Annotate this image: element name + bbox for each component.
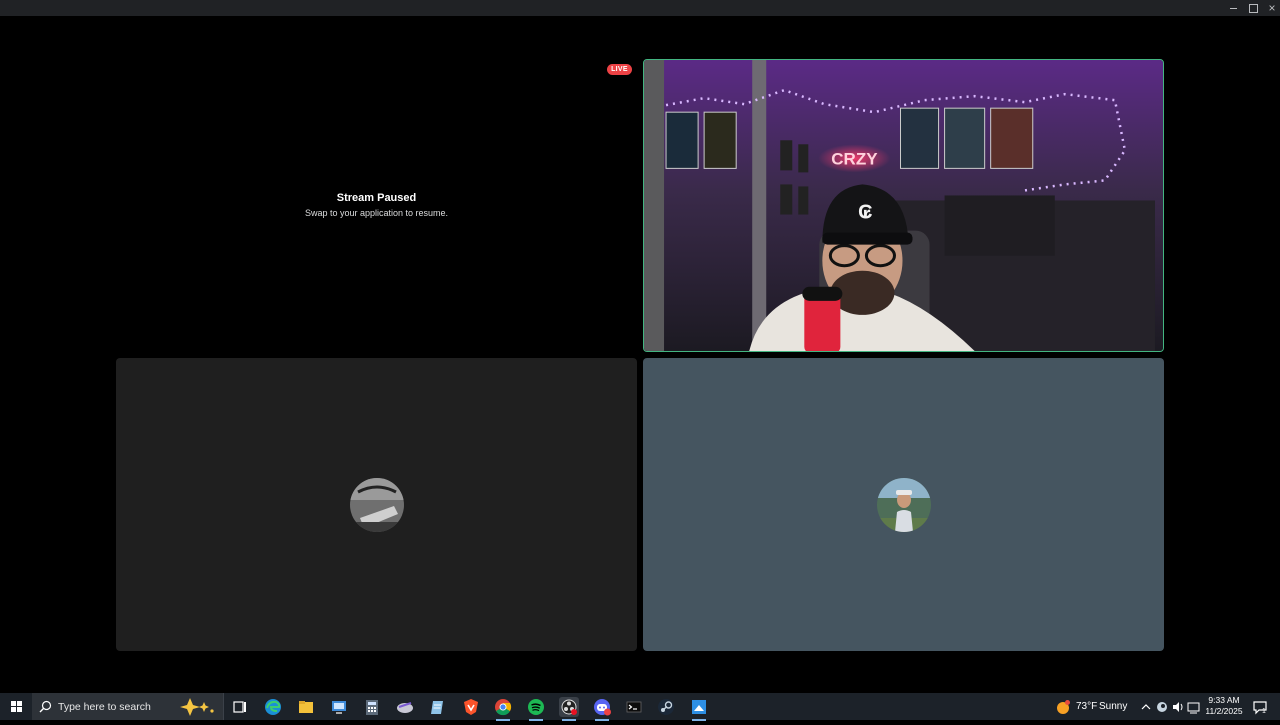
weather-condition[interactable]: Sunny <box>1099 701 1127 712</box>
weather-temperature[interactable]: 73°F <box>1076 701 1097 712</box>
chrome-icon[interactable] <box>493 697 513 721</box>
svg-text:₢: ₢ <box>858 202 872 224</box>
clock-time: 9:33 AM <box>1208 695 1240 705</box>
notification-count-badge: 1 <box>1262 708 1266 715</box>
taskbar-search-box[interactable]: Type here to search <box>32 693 224 720</box>
neon-sign-text: CRZY <box>831 149 878 168</box>
stream-paused-title: Stream Paused <box>336 192 417 204</box>
minimize-button[interactable] <box>1224 0 1244 16</box>
app-icon[interactable] <box>395 697 415 717</box>
camera-feed-image: CRZY ₢ <box>644 60 1163 351</box>
search-placeholder: Type here to search <box>58 701 151 713</box>
search-icon <box>39 700 52 713</box>
search-highlight-icon <box>180 698 214 716</box>
participant-tile-1[interactable] <box>116 358 637 651</box>
maximize-button[interactable] <box>1243 0 1263 16</box>
task-view-icon[interactable] <box>230 697 250 717</box>
network-icon[interactable] <box>1186 697 1206 717</box>
clock-date: 11/2/2025 <box>1205 706 1243 716</box>
camera-video-tile[interactable]: CRZY ₢ <box>643 59 1164 352</box>
weather-sun-icon[interactable] <box>1053 697 1073 717</box>
stream-paused-subtitle: Swap to your application to resume. <box>304 208 449 218</box>
window-title-bar: × <box>0 0 1280 16</box>
call-stage: Stream Paused Swap to your application t… <box>0 16 1280 693</box>
user-avatar-icon <box>350 478 404 532</box>
close-button[interactable]: × <box>1262 0 1280 16</box>
discord-icon[interactable] <box>592 697 612 721</box>
user-avatar-icon <box>877 478 931 532</box>
spotify-icon[interactable] <box>526 697 546 721</box>
screen-share-tile[interactable]: Stream Paused Swap to your application t… <box>116 59 637 352</box>
snipping-tool-icon[interactable] <box>689 697 709 721</box>
notification-center-icon[interactable]: 1 <box>1250 697 1270 717</box>
edge-icon[interactable] <box>263 697 283 717</box>
participant-tile-2[interactable] <box>643 358 1164 651</box>
stream-paused-message: Stream Paused Swap to your application t… <box>116 59 637 352</box>
file-explorer-icon[interactable] <box>296 697 316 717</box>
taskbar-clock[interactable]: 9:33 AM 11/2/2025 <box>1204 695 1244 717</box>
brave-icon[interactable] <box>461 697 481 717</box>
windows-logo-icon <box>11 701 22 712</box>
terminal-icon[interactable] <box>624 697 644 717</box>
windows-taskbar: Type here to search 73°F Sunny 9:33 AM 1… <box>0 693 1280 721</box>
obs-icon[interactable] <box>559 697 579 721</box>
live-badge: LIVE <box>607 64 632 75</box>
notepad-icon[interactable] <box>428 697 448 717</box>
start-button[interactable] <box>0 693 32 720</box>
calculator-icon[interactable] <box>362 697 382 717</box>
steam-icon[interactable] <box>656 697 676 717</box>
remote-desktop-icon[interactable] <box>329 697 349 717</box>
